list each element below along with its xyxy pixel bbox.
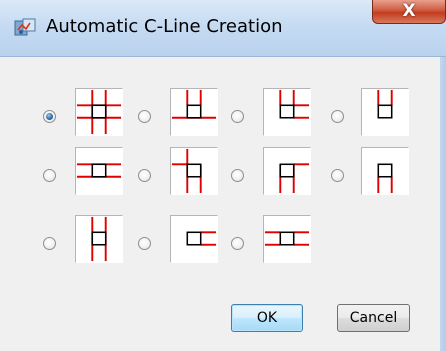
option-radio-8[interactable] bbox=[331, 169, 344, 182]
dialog-window: Automatic C-Line Creation X OK Cancel bbox=[0, 0, 446, 351]
option-preview-vertical-top-horizontal-full[interactable] bbox=[170, 88, 218, 136]
cline-pattern-icon bbox=[377, 89, 393, 119]
option-preview-horizontal-right[interactable] bbox=[170, 215, 218, 263]
option-radio-2[interactable] bbox=[138, 110, 151, 123]
cline-pattern-icon bbox=[279, 163, 310, 194]
option-preview-vertical-bottom-only[interactable] bbox=[361, 147, 409, 195]
option-preview-vertical-full[interactable] bbox=[75, 215, 123, 263]
option-preview-cross-both-full[interactable] bbox=[75, 88, 123, 136]
option-radio-9[interactable] bbox=[43, 237, 56, 250]
cancel-button[interactable]: Cancel bbox=[337, 304, 410, 332]
option-preview-vertical-bottom-horizontal-left[interactable] bbox=[170, 147, 218, 195]
option-radio-6[interactable] bbox=[138, 169, 151, 182]
option-radio-4[interactable] bbox=[331, 110, 344, 123]
option-radio-7[interactable] bbox=[231, 169, 244, 182]
close-icon: X bbox=[402, 1, 416, 21]
cline-pattern-icon bbox=[76, 89, 122, 135]
option-radio-3[interactable] bbox=[231, 110, 244, 123]
cline-pattern-icon bbox=[171, 89, 217, 119]
cline-pattern-icon bbox=[171, 148, 202, 194]
option-radio-11[interactable] bbox=[231, 237, 244, 250]
close-button[interactable]: X bbox=[372, 0, 446, 24]
option-radio-1[interactable] bbox=[43, 110, 56, 123]
option-preview-horizontal-full[interactable] bbox=[75, 147, 123, 195]
cline-pattern-icon bbox=[76, 163, 122, 178]
option-radio-10[interactable] bbox=[138, 237, 151, 250]
ok-button[interactable]: OK bbox=[231, 304, 303, 332]
option-preview-vertical-bottom-horizontal-right[interactable] bbox=[263, 147, 311, 195]
radio-selected-dot bbox=[46, 113, 53, 120]
app-icon bbox=[14, 18, 36, 36]
option-preview-vertical-top-horizontal-right[interactable] bbox=[263, 88, 311, 136]
option-preview-vertical-top-only[interactable] bbox=[361, 88, 409, 136]
cline-pattern-icon bbox=[377, 163, 393, 194]
cline-pattern-icon bbox=[279, 89, 310, 119]
window-title: Automatic C-Line Creation bbox=[46, 16, 283, 37]
title-bar[interactable]: Automatic C-Line Creation X bbox=[0, 0, 446, 57]
cline-pattern-icon bbox=[186, 231, 217, 246]
cline-pattern-icon bbox=[264, 231, 310, 246]
window-frame-right bbox=[440, 57, 446, 351]
cline-pattern-icon bbox=[91, 216, 107, 262]
option-preview-horizontal-left-right-short[interactable] bbox=[263, 215, 311, 263]
option-radio-5[interactable] bbox=[43, 169, 56, 182]
